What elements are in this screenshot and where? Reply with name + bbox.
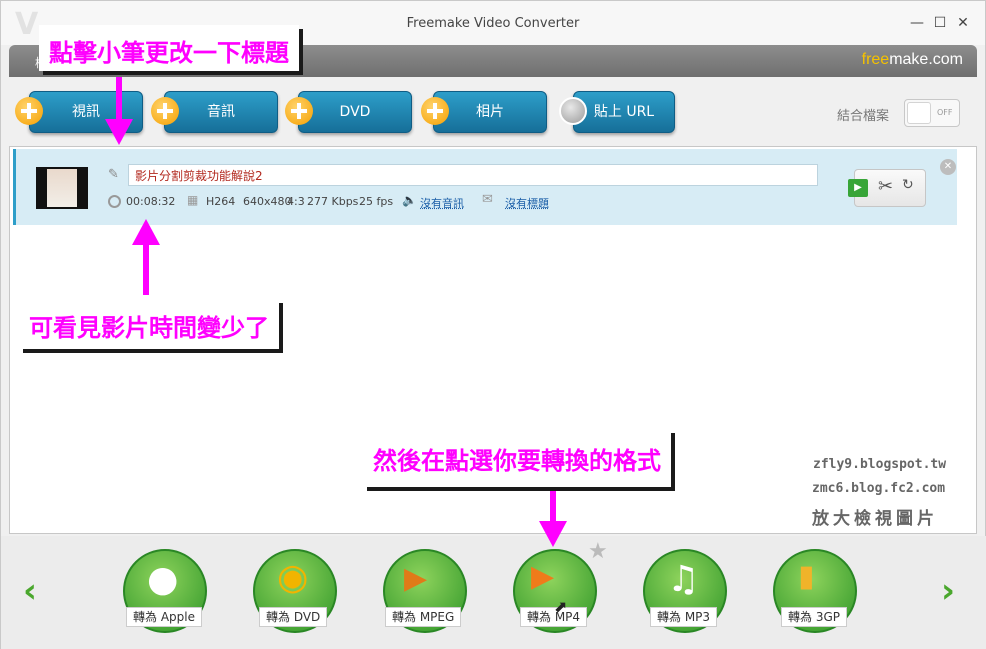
plus-icon <box>421 97 449 125</box>
clock-icon <box>108 195 121 208</box>
scroll-left-icon[interactable]: ‹ <box>23 571 37 611</box>
plus-icon <box>15 97 43 125</box>
disc-icon: ◉ <box>277 557 309 598</box>
plus-icon <box>151 97 179 125</box>
favorite-star-icon[interactable]: ★ <box>588 539 608 564</box>
file-title-input[interactable] <box>128 164 818 186</box>
play-icon[interactable]: ▶ <box>848 179 868 197</box>
remove-file-icon[interactable]: ✕ <box>940 159 956 175</box>
fps-value: 25 fps <box>359 195 394 208</box>
annotation-select-format: 然後在點選你要轉換的格式 <box>363 429 671 487</box>
watermark-line-1: zfly9.blogspot.tw <box>813 457 947 472</box>
add-photo-button[interactable]: 相片 <box>433 91 547 133</box>
add-audio-button[interactable]: 音訊 <box>164 91 278 133</box>
arrow-down-icon <box>105 119 133 145</box>
scissors-icon[interactable]: ✂ <box>878 176 893 197</box>
video-thumbnail <box>36 167 88 209</box>
annotation-edit-title: 點擊小筆更改一下標題 <box>39 25 299 71</box>
subtitle-bubble-icon: ✉ <box>482 192 493 207</box>
arrow-shaft <box>550 491 556 525</box>
annotation-duration-changed: 可看見影片時間變少了 <box>19 299 279 349</box>
phone-icon: ▮ <box>798 559 815 594</box>
mp4-device-icon: ▶ <box>531 559 555 594</box>
globe-icon <box>559 97 587 125</box>
close-button[interactable]: ✕ <box>953 13 973 33</box>
resolution-value: 640x480 <box>243 195 292 208</box>
format-mpeg-label: 轉為 MPEG <box>385 607 462 627</box>
file-row[interactable]: ✎ 00:08:32 ▦ H264 640x480 4:3 277 Kbps 2… <box>13 149 957 225</box>
codec-value: H264 <box>206 195 236 208</box>
arrow-down-icon <box>539 521 567 547</box>
merge-files-toggle[interactable]: OFF <box>904 99 960 127</box>
scroll-right-icon[interactable]: › <box>941 571 955 611</box>
brand-logo: freemake.com <box>861 51 963 68</box>
rotate-icon[interactable]: ↻ <box>902 177 914 193</box>
format-apple-label: 轉為 Apple <box>126 607 202 627</box>
arrow-shaft <box>116 77 122 125</box>
plus-icon <box>285 97 313 125</box>
aspect-value: 4:3 <box>287 195 305 208</box>
apple-icon: ● <box>147 559 179 600</box>
mouse-cursor-icon: ⬈ <box>554 597 568 616</box>
format-3gp-label: 轉為 3GP <box>781 607 847 627</box>
minimize-button[interactable]: — <box>907 13 927 33</box>
app-window: V Freemake Video Converter — ☐ ✕ 檔 freem… <box>0 0 986 649</box>
arrow-up-icon <box>132 219 160 245</box>
scrollbar[interactable] <box>964 149 974 529</box>
toggle-state-label: OFF <box>937 108 953 117</box>
pencil-icon[interactable]: ✎ <box>108 167 119 182</box>
bitrate-value: 277 Kbps <box>307 195 359 208</box>
merge-files-label: 結合檔案 <box>837 109 890 124</box>
audio-track-link[interactable]: 沒有音訊 <box>420 195 464 211</box>
subtitle-link[interactable]: 沒有標題 <box>505 195 549 211</box>
paste-url-button[interactable]: 貼上 URL <box>573 91 675 133</box>
duration-value: 00:08:32 <box>126 195 176 208</box>
format-mp3-label: 轉為 MP3 <box>650 607 718 627</box>
tv-icon: ▶ <box>404 561 428 596</box>
toggle-knob <box>907 102 931 124</box>
format-dvd-label: 轉為 DVD <box>259 607 328 627</box>
speaker-icon: 🔈 <box>402 193 417 207</box>
arrow-shaft <box>143 243 149 295</box>
watermark-line-2: zmc6.blog.fc2.com <box>812 481 946 496</box>
film-icon: ▦ <box>187 193 199 207</box>
watermark-line-3: 放大檢視圖片 <box>812 509 938 529</box>
headphones-icon: ♫ <box>667 559 700 600</box>
maximize-button[interactable]: ☐ <box>930 13 950 33</box>
add-dvd-button[interactable]: DVD <box>298 91 412 133</box>
